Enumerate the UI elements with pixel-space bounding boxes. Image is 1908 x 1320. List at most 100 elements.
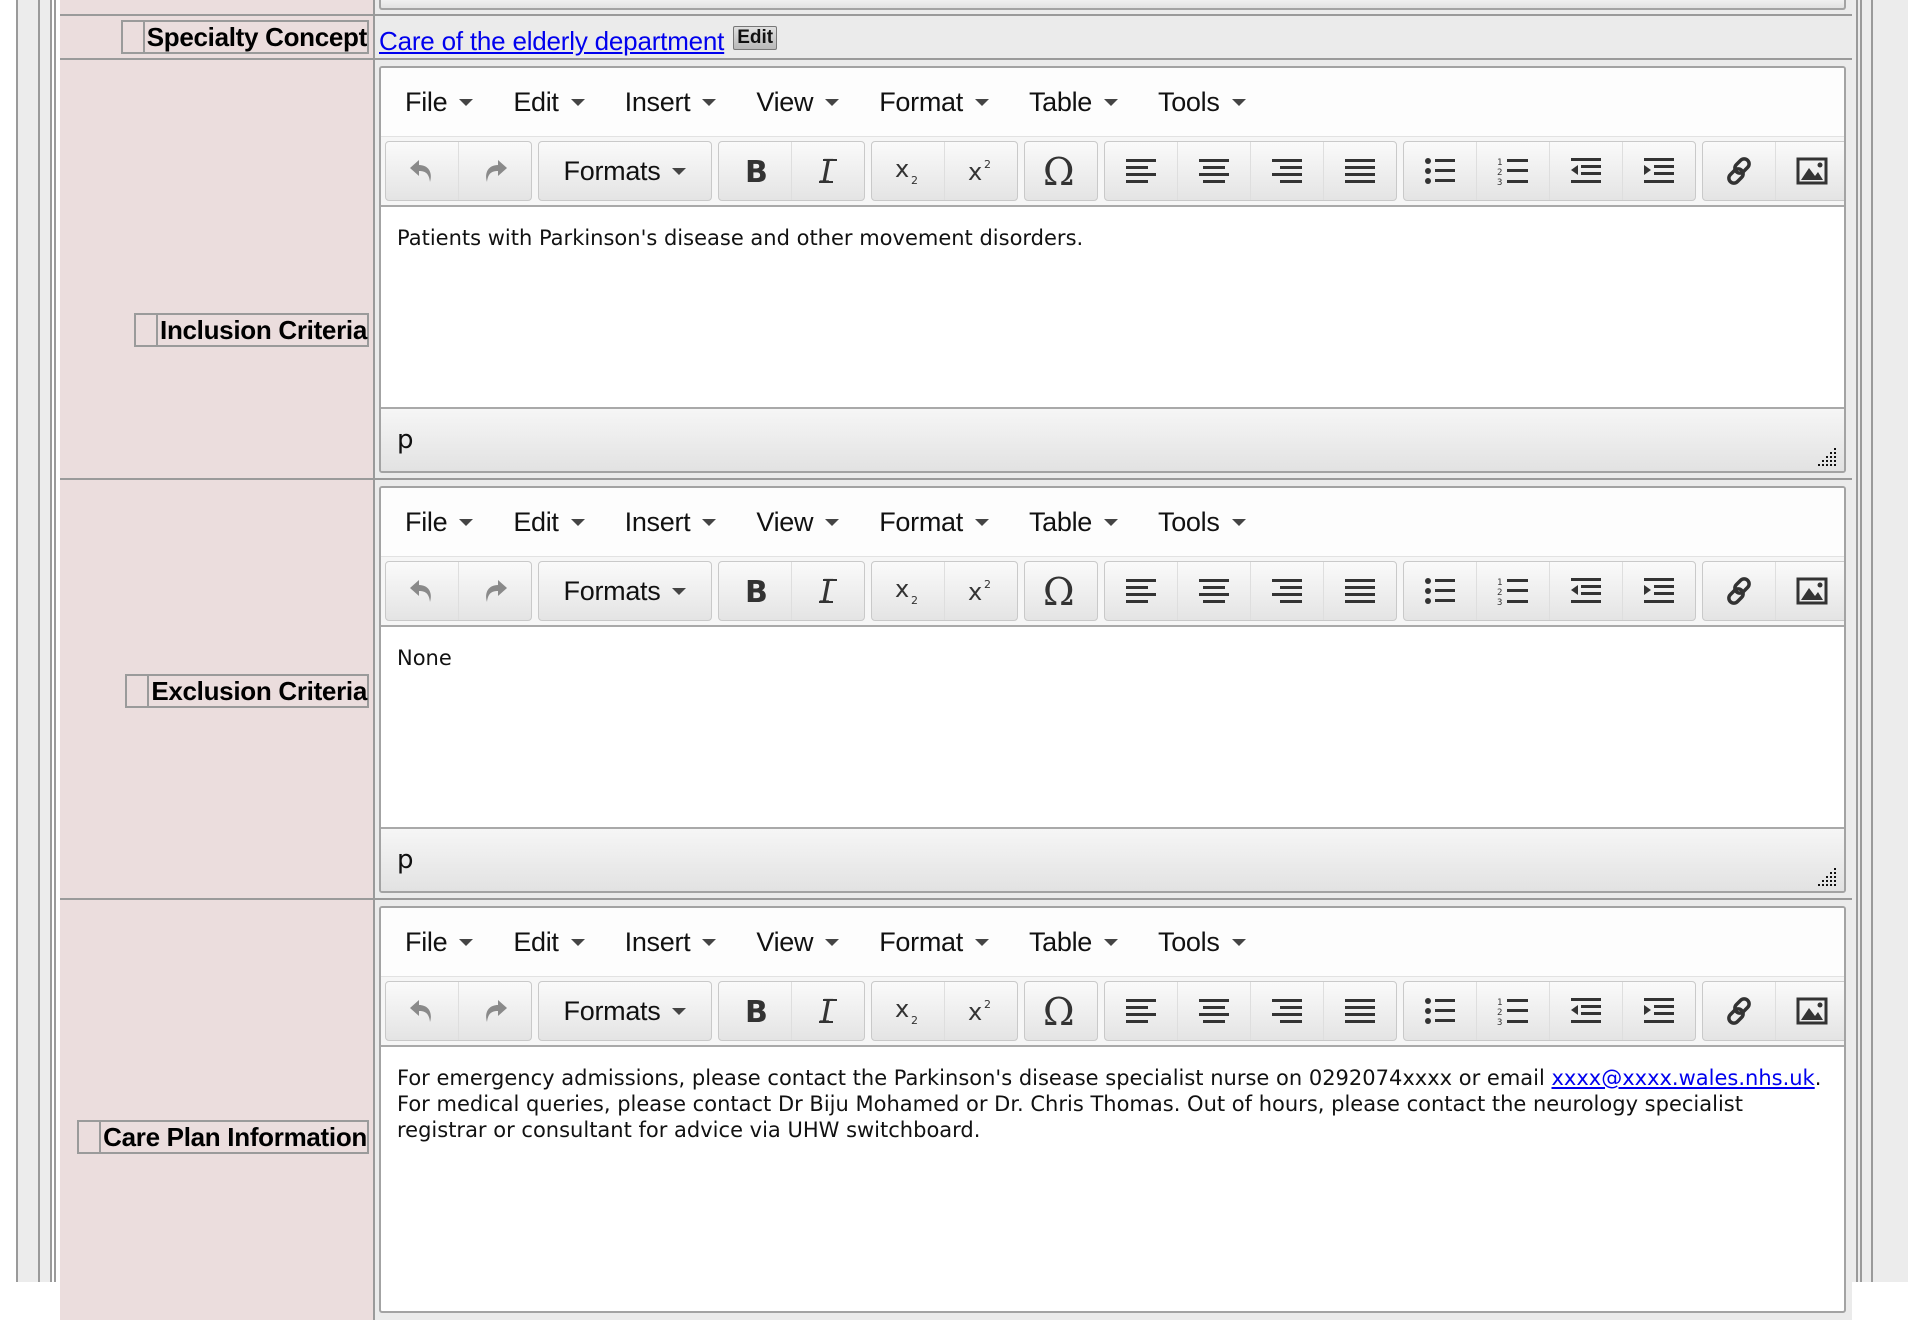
link-icon [1723,575,1755,607]
align-center-button[interactable] [1178,562,1251,620]
menu-file[interactable]: File [405,87,474,118]
menu-table[interactable]: Table [1029,927,1118,958]
align-center-button[interactable] [1178,142,1251,200]
previous-editor-statusbar [379,0,1846,10]
menu-insert[interactable]: Insert [625,927,717,958]
menu-tools[interactable]: Tools [1158,87,1246,118]
numbered-list-button[interactable]: 123 [1477,562,1550,620]
email-link[interactable]: xxxx@xxxx.wales.nhs.uk [1552,1066,1815,1090]
specialty-link[interactable]: Care of the elderly department [379,26,724,57]
special-character-button[interactable]: Ω [1025,562,1097,620]
bold-button[interactable]: B [719,982,792,1040]
numbered-list-button[interactable]: 123 [1477,142,1550,200]
chevron-down-icon [1104,98,1118,106]
menu-format[interactable]: Format [879,927,989,958]
align-right-button[interactable] [1251,562,1324,620]
menu-view[interactable]: View [756,927,840,958]
bold-button[interactable]: B [719,562,792,620]
specialty-label: Specialty Concept [120,20,369,54]
outdent-button[interactable] [1550,982,1623,1040]
menu-format[interactable]: Format [879,507,989,538]
align-justify-button[interactable] [1324,982,1396,1040]
menu-insert[interactable]: Insert [625,507,717,538]
superscript-button[interactable]: x2 [945,142,1017,200]
outdent-button[interactable] [1550,562,1623,620]
superscript-icon: x2 [966,996,996,1026]
menu-file[interactable]: File [405,927,474,958]
align-left-button[interactable] [1105,562,1178,620]
chevron-down-icon [672,587,687,595]
bullet-list-button[interactable] [1404,142,1477,200]
insert-link-button[interactable] [1703,142,1776,200]
element-path[interactable]: p [397,425,414,455]
insert-link-button[interactable] [1703,982,1776,1040]
svg-text:3: 3 [1497,1018,1502,1026]
italic-button[interactable]: I [792,142,864,200]
toolbar-group: x2x2 [871,561,1018,621]
formats-dropdown[interactable]: Formats [539,142,711,200]
undo-button[interactable] [386,142,459,200]
redo-button[interactable] [459,562,531,620]
align-justify-button[interactable] [1324,142,1396,200]
subscript-button[interactable]: x2 [872,982,945,1040]
insert-link-button[interactable] [1703,562,1776,620]
editor-content[interactable]: Patients with Parkinson's disease and ot… [381,207,1844,405]
align-center-button[interactable] [1178,982,1251,1040]
special-character-button[interactable]: Ω [1025,142,1097,200]
element-path[interactable]: p [397,845,414,875]
subscript-button[interactable]: x2 [872,562,945,620]
resize-handle-icon[interactable] [1818,865,1838,886]
menu-format[interactable]: Format [879,87,989,118]
menu-view[interactable]: View [756,87,840,118]
special-character-button[interactable]: Ω [1025,982,1097,1040]
formats-dropdown[interactable]: Formats [539,982,711,1040]
undo-button[interactable] [386,982,459,1040]
menu-edit[interactable]: Edit [513,87,585,118]
menu-view[interactable]: View [756,507,840,538]
superscript-button[interactable]: x2 [945,562,1017,620]
indent-button[interactable] [1623,982,1695,1040]
menu-table[interactable]: Table [1029,87,1118,118]
editor-content[interactable]: None [381,627,1844,825]
bullet-list-button[interactable] [1404,562,1477,620]
subscript-button[interactable]: x2 [872,142,945,200]
menu-insert[interactable]: Insert [625,87,717,118]
indent-button[interactable] [1623,562,1695,620]
image-icon [1796,157,1828,185]
superscript-button[interactable]: x2 [945,982,1017,1040]
menu-file[interactable]: File [405,507,474,538]
editor-content[interactable]: For emergency admissions, please contact… [381,1047,1844,1245]
menu-tools[interactable]: Tools [1158,927,1246,958]
numbered-list-button[interactable]: 123 [1477,982,1550,1040]
inclusion-editor: File Edit Insert View Format Table Tools Format… [379,66,1846,473]
align-right-button[interactable] [1251,142,1324,200]
outdent-button[interactable] [1550,142,1623,200]
menu-edit[interactable]: Edit [513,927,585,958]
indent-button[interactable] [1623,142,1695,200]
align-left-button[interactable] [1105,142,1178,200]
bold-button[interactable]: B [719,142,792,200]
insert-image-button[interactable] [1776,142,1844,200]
undo-button[interactable] [386,562,459,620]
menu-tools[interactable]: Tools [1158,507,1246,538]
menu-edit[interactable]: Edit [513,507,585,538]
align-justify-button[interactable] [1324,562,1396,620]
redo-button[interactable] [459,982,531,1040]
italic-button[interactable]: I [792,562,864,620]
align-center-icon [1198,578,1230,604]
italic-icon: I [813,576,843,606]
bullet-list-button[interactable] [1404,982,1477,1040]
align-right-button[interactable] [1251,982,1324,1040]
italic-button[interactable]: I [792,982,864,1040]
align-left-button[interactable] [1105,982,1178,1040]
specialty-edit-button[interactable]: Edit [733,25,778,50]
resize-handle-icon[interactable] [1818,445,1838,466]
redo-icon [480,156,510,186]
redo-button[interactable] [459,142,531,200]
formats-dropdown[interactable]: Formats [539,562,711,620]
insert-image-button[interactable] [1776,562,1844,620]
menu-table[interactable]: Table [1029,507,1118,538]
align-right-icon [1271,578,1303,604]
chevron-down-icon [672,1007,687,1015]
insert-image-button[interactable] [1776,982,1844,1040]
